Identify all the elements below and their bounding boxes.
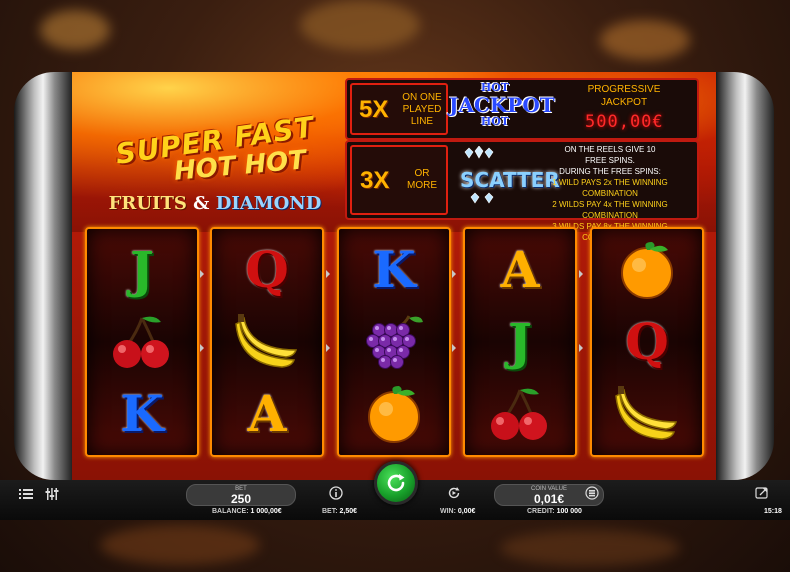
cabinet-left-frame [14,72,72,480]
spin-button[interactable] [374,461,418,505]
cherries-icon [87,307,197,377]
clock: 15:18 [764,508,782,515]
jackpot-title: HOT JACKPOT HOT [449,81,555,128]
reel-symbol-a: A [465,235,575,305]
reel-divider-marker [326,270,330,278]
symbol-letter: K [372,240,416,299]
exit-icon[interactable] [754,486,770,503]
reel-1: JK [85,227,199,457]
grapes-icon [339,307,449,377]
cabinet-right-frame [716,72,774,480]
diamond-icon [467,192,497,210]
reel-symbol-a: A [212,379,322,449]
credit-value: 100 000 [556,508,582,515]
reel-symbol-j: J [465,307,575,377]
spin-icon [387,474,405,492]
background-light [600,20,690,60]
reel-2: QA [210,227,324,457]
scatter-multiplier-text: OR MORE [407,168,437,191]
jackpot-panel: 5X ON ONE PLAYED LINE HOT JACKPOT HOT PR… [345,78,699,140]
jackpot-multiplier-box: 5X ON ONE PLAYED LINE [350,83,448,135]
balance-label: BALANCE: [212,508,249,515]
credit-label: CREDIT: [527,508,555,515]
jackpot-multiplier: 5X [359,96,389,123]
reel-3: K [337,227,451,457]
jackpot-multiplier-text: ON ONE PLAYED LINE [402,92,442,127]
scatter-multiplier-box: 3X OR MORE [350,145,448,215]
credit-display: CREDIT: 100 000 [527,508,582,515]
background-light [40,10,110,50]
total-bet-value: 2,50€ [339,508,358,515]
diamond-icon [459,145,499,166]
scatter-panel: 3X OR MORE SCATTER ON THE REELS GIVE 10 … [345,140,699,242]
symbol-letter: K [120,384,164,443]
logo-subtitle: FRUITS & DIAMOND [100,193,330,214]
symbol-letter: J [508,312,532,371]
reel-divider-marker [579,270,583,278]
banana-icon [212,307,322,377]
reel-symbol-k: K [339,235,449,305]
reel-divider-marker [452,344,456,352]
autoplay-icon[interactable] [446,486,462,503]
reel-divider-marker [200,270,204,278]
symbol-letter: Q [625,312,669,371]
reel-5: Q [590,227,704,457]
symbol-letter: A [247,384,287,443]
total-bet-label: BET: [322,508,338,515]
symbol-letter: A [500,240,540,299]
total-bet-display: BET: 2,50€ [322,508,357,515]
progressive-jackpot-label: PROGRESSIVE JACKPOT [587,84,661,108]
reel-4: AJ [463,227,577,457]
reel-symbol-q: Q [592,307,702,377]
reel-divider-marker [579,344,583,352]
bet-value: 250 [230,492,252,506]
reel-symbol-k: K [87,379,197,449]
balance-value: 1 000,00€ [250,508,282,515]
background-light [500,530,680,566]
symbol-letter: J [130,240,154,299]
balance-display: BALANCE: 1 000,00€ [212,508,282,515]
win-label: WIN: [440,508,456,515]
background-light [300,0,420,50]
cherries-icon [465,379,575,449]
win-display: WIN: 0,00€ [440,508,475,515]
reel-symbol-j: J [87,235,197,305]
banana-icon [592,379,702,449]
background-light [100,525,260,565]
reel-divider-marker [326,344,330,352]
orange-icon [339,379,449,449]
scatter-multiplier: 3X [360,167,390,194]
orange-icon [592,235,702,305]
game-logo: SUPER FAST HOT HOT FRUITS & DIAMOND [100,110,330,214]
sliders-icon[interactable] [44,487,60,503]
win-value: 0,00€ [457,508,476,515]
bet-selector[interactable]: BET 250 [186,484,296,506]
logo-diamond: DIAMOND [215,193,322,214]
logo-ampersand: & [193,193,210,214]
game-area: SUPER FAST HOT HOT FRUITS & DIAMOND 5X O… [72,72,716,480]
logo-fruits: FRUITS [108,193,187,214]
coin-stack-icon[interactable] [584,486,600,503]
reel-symbol-q: Q [212,235,322,305]
symbol-letter: Q [245,240,289,299]
info-icon[interactable] [328,486,344,503]
reel-divider-marker [200,344,204,352]
menu-icon[interactable] [18,487,34,503]
reel-divider-marker [452,270,456,278]
progressive-jackpot-value: 500,00€ [585,112,664,132]
